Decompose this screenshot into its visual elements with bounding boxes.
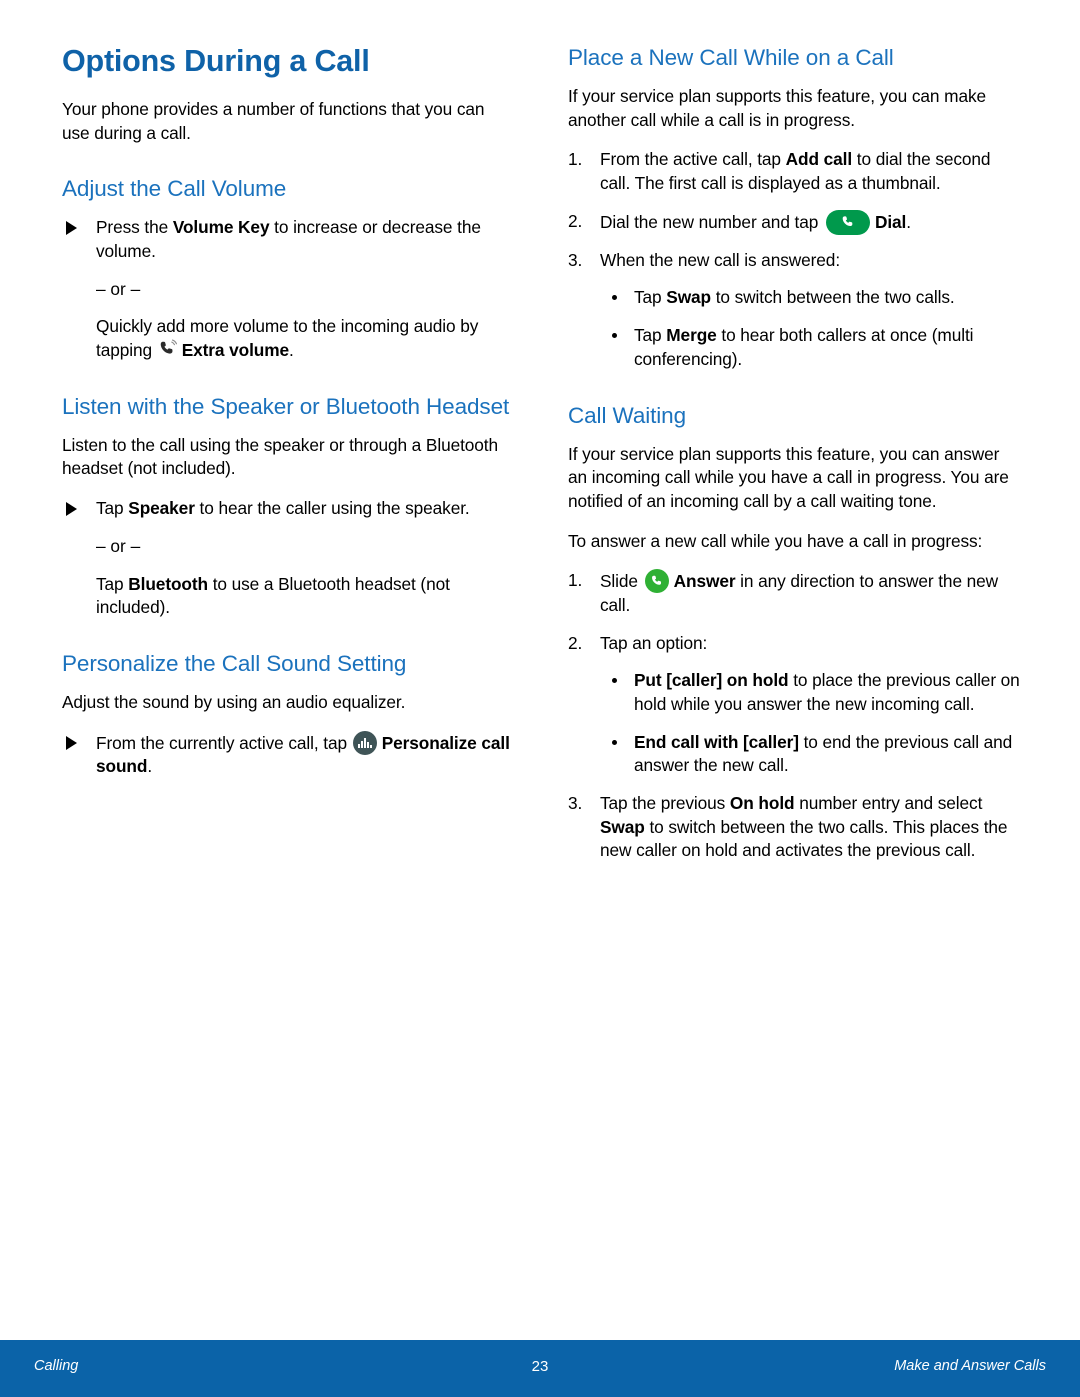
section-heading-personalize-call-sound: Personalize the Call Sound Setting (62, 650, 407, 676)
text-bold: Answer (673, 571, 736, 592)
text-fragment: Tap (96, 498, 129, 519)
text-fragment: Tap an option: (600, 632, 708, 653)
text-bold: Put [caller] on hold (634, 670, 789, 691)
list-item: Press the Volume Key to increase or decr… (62, 216, 510, 263)
numbered-list-item: 2. Dial the new number and tap Dial. (568, 209, 1020, 235)
alternate-instruction: Tap Bluetooth to use a Bluetooth headset… (62, 573, 510, 620)
page-title: Options During a Call (62, 44, 370, 78)
text-fragment: Tap (96, 573, 129, 594)
call-waiting-body-paragraph-1: If your service plan supports this featu… (568, 443, 1009, 511)
numbered-list-item: 1. Slide Answer in any direction to answ… (568, 569, 1020, 617)
bullet-list-item: Tap Merge to hear both callers at once (… (608, 324, 1020, 371)
round-bullet-icon (612, 295, 617, 301)
answer-icon (644, 569, 669, 594)
text-bold: Swap (600, 816, 645, 837)
text-fragment: . (289, 340, 294, 361)
text-bold: Merge (666, 325, 717, 346)
list-number: 3. (568, 249, 583, 270)
numbered-list-item: 3. When the new call is answered: (568, 249, 1020, 273)
text-bold: End call with [caller] (634, 731, 799, 752)
list-number: 3. (568, 793, 583, 814)
text-bold: On hold (729, 793, 795, 814)
text-fragment: Press the (96, 217, 173, 238)
text-bold: Swap (666, 287, 712, 308)
footer-inner: Calling 23 Make and Answer Calls (0, 1340, 1080, 1397)
text-fragment: number entry and select (794, 793, 983, 814)
text-fragment: to switch between the two calls. This pl… (600, 816, 1008, 861)
round-bullet-icon (612, 678, 617, 684)
bullet-list-item: End call with [caller] to end the previo… (608, 731, 1020, 778)
numbered-list-item: 1. From the active call, tap Add call to… (568, 148, 1020, 195)
text-fragment: Dial the new number and tap (600, 211, 823, 232)
text-fragment: When the new call is answered: (600, 249, 841, 270)
list-number: 1. (568, 149, 583, 170)
list-item: Tap Speaker to hear the caller using the… (62, 497, 510, 521)
round-bullet-icon (612, 739, 617, 745)
alternate-instruction: Quickly add more volume to the incoming … (62, 315, 510, 362)
numbered-list-item: 2. Tap an option: (568, 632, 1020, 656)
text-bold: Add call (785, 149, 853, 170)
text-bold: Speaker (128, 498, 195, 519)
dial-icon (825, 209, 870, 235)
text-fragment: to hear the caller using the speaker. (194, 498, 470, 519)
section-heading-listen-speaker-bluetooth: Listen with the Speaker or Bluetooth Hea… (62, 393, 510, 419)
text-bold: Extra volume (181, 340, 290, 361)
extra-volume-icon (158, 339, 179, 360)
text-fragment: From the currently active call, tap (96, 732, 352, 753)
round-bullet-icon (612, 333, 617, 339)
bullet-list-item: Put [caller] on hold to place the previo… (608, 669, 1020, 716)
right-column: Place a New Call While on a Call If your… (568, 44, 1020, 877)
list-number: 2. (568, 632, 583, 653)
speaker-body-paragraph: Listen to the call using the speaker or … (62, 434, 499, 479)
text-fragment: Tap (634, 325, 667, 346)
or-separator: – or – (96, 535, 141, 556)
left-column: Options During a Call Your phone provide… (62, 44, 510, 785)
or-separator: – or – (96, 278, 141, 299)
text-bold: Dial (874, 211, 907, 232)
text-fragment: Tap the previous (600, 793, 730, 814)
list-item: From the currently active call, tap Pers… (62, 730, 510, 779)
section-heading-call-waiting: Call Waiting (568, 402, 687, 428)
text-fragment: Slide (600, 571, 643, 592)
text-bold: Volume Key (172, 217, 270, 238)
section-heading-place-new-call: Place a New Call While on a Call (568, 45, 894, 70)
triangle-bullet-icon (66, 735, 77, 750)
text-fragment: to switch between the two calls. (711, 287, 955, 308)
section-heading-adjust-call-volume: Adjust the Call Volume (62, 176, 287, 202)
text-bold: Bluetooth (128, 573, 208, 594)
intro-paragraph: Your phone provides a number of function… (62, 98, 485, 143)
triangle-bullet-icon (66, 221, 77, 236)
text-fragment: From the active call, tap (600, 149, 786, 170)
call-waiting-body-paragraph-2: To answer a new call while you have a ca… (568, 530, 983, 551)
text-fragment: . (147, 756, 153, 777)
document-page: Options During a Call Your phone provide… (0, 0, 1080, 1397)
personalize-body-paragraph: Adjust the sound by using an audio equal… (62, 691, 406, 712)
text-fragment: . (906, 211, 911, 232)
footer-section-label: Make and Answer Calls (894, 1358, 1046, 1374)
equalizer-icon (352, 730, 377, 755)
list-number: 1. (568, 570, 583, 591)
new-call-body-paragraph: If your service plan supports this featu… (568, 86, 987, 130)
list-number: 2. (568, 210, 583, 231)
bullet-list-item: Tap Swap to switch between the two calls… (608, 286, 1020, 310)
text-fragment: Tap (634, 287, 667, 308)
numbered-list-item: 3. Tap the previous On hold number entry… (568, 792, 1020, 863)
page-footer: Calling 23 Make and Answer Calls (0, 1340, 1080, 1397)
triangle-bullet-icon (66, 502, 77, 517)
